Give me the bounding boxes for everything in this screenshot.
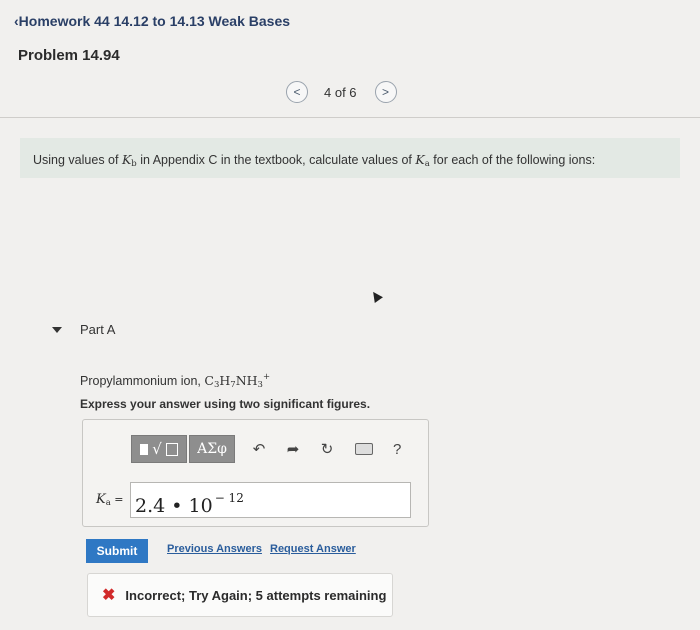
undo-icon[interactable]: ↶ bbox=[249, 439, 269, 459]
mouse-cursor-icon bbox=[369, 289, 383, 303]
box-icon bbox=[165, 442, 178, 456]
chevron-right-icon: > bbox=[382, 85, 390, 99]
square-icon bbox=[140, 443, 149, 455]
ka-symbol: Ka bbox=[415, 152, 430, 169]
keyboard-icon[interactable] bbox=[355, 443, 373, 455]
divider bbox=[0, 117, 700, 118]
radical-icon: √ bbox=[152, 440, 162, 458]
problem-pager: < 4 of 6 > bbox=[286, 80, 397, 104]
request-answer-link[interactable]: Request Answer bbox=[270, 543, 356, 555]
chevron-left-icon: < bbox=[293, 85, 301, 99]
templates-button[interactable]: √ bbox=[131, 435, 187, 463]
next-problem-button[interactable]: > bbox=[374, 81, 397, 103]
help-icon[interactable]: ? bbox=[393, 441, 401, 458]
answer-exponent: − 12 bbox=[214, 491, 244, 505]
part-prompt: Propylammonium ion, C3H7NH3+ bbox=[80, 372, 270, 390]
back-to-assignment-link[interactable]: ‹Homework 44 14.12 to 14.13 Weak Bases bbox=[14, 13, 290, 29]
question-text-after: for each of the following ions: bbox=[429, 153, 596, 167]
problem-title: Problem 14.94 bbox=[18, 47, 120, 64]
page: ‹Homework 44 14.12 to 14.13 Weak Bases P… bbox=[0, 0, 700, 630]
kb-symbol: Kb bbox=[121, 152, 137, 169]
incorrect-x-icon: ✖ bbox=[102, 587, 116, 604]
part-a-label: Part A bbox=[80, 322, 116, 337]
pager-count: 4 of 6 bbox=[324, 84, 357, 100]
answer-input[interactable]: 2.4 • 10− 12 bbox=[130, 482, 411, 518]
propylammonium-formula: C3H7NH3+ bbox=[204, 372, 271, 390]
feedback-text: Incorrect; Try Again; 5 attempts remaini… bbox=[125, 587, 387, 603]
question-text-middle: in Appendix C in the textbook, calculate… bbox=[136, 153, 416, 167]
answer-value: 2.4 • 10 bbox=[135, 495, 213, 517]
math-toolbar: √ ΑΣφ ↶ ➦ ↻ ? bbox=[131, 434, 401, 464]
back-link-label: Homework 44 14.12 to 14.13 Weak Bases bbox=[18, 13, 291, 29]
previous-problem-button[interactable]: < bbox=[286, 81, 308, 103]
caret-down-icon bbox=[52, 326, 62, 333]
part-a-toggle[interactable]: Part A bbox=[52, 322, 115, 337]
feedback-message: ✖ Incorrect; Try Again; 5 attempts remai… bbox=[87, 573, 393, 617]
ka-answer-label: Ka = bbox=[96, 492, 124, 508]
prompt-text: Propylammonium ion, bbox=[80, 374, 205, 388]
previous-answers-link[interactable]: Previous Answers bbox=[167, 543, 262, 555]
answer-instruction: Express your answer using two significan… bbox=[80, 397, 371, 411]
submit-button[interactable]: Submit bbox=[86, 539, 148, 563]
question-text: Using values of Kb in Appendix C in the … bbox=[20, 138, 680, 178]
reset-icon[interactable]: ↻ bbox=[317, 439, 337, 459]
question-text-before: Using values of bbox=[33, 153, 122, 167]
redo-icon[interactable]: ➦ bbox=[283, 439, 303, 459]
greek-symbols-button[interactable]: ΑΣφ bbox=[189, 435, 235, 463]
answer-panel: √ ΑΣφ ↶ ➦ ↻ ? Ka = 2.4 • 10− 12 bbox=[82, 419, 429, 527]
